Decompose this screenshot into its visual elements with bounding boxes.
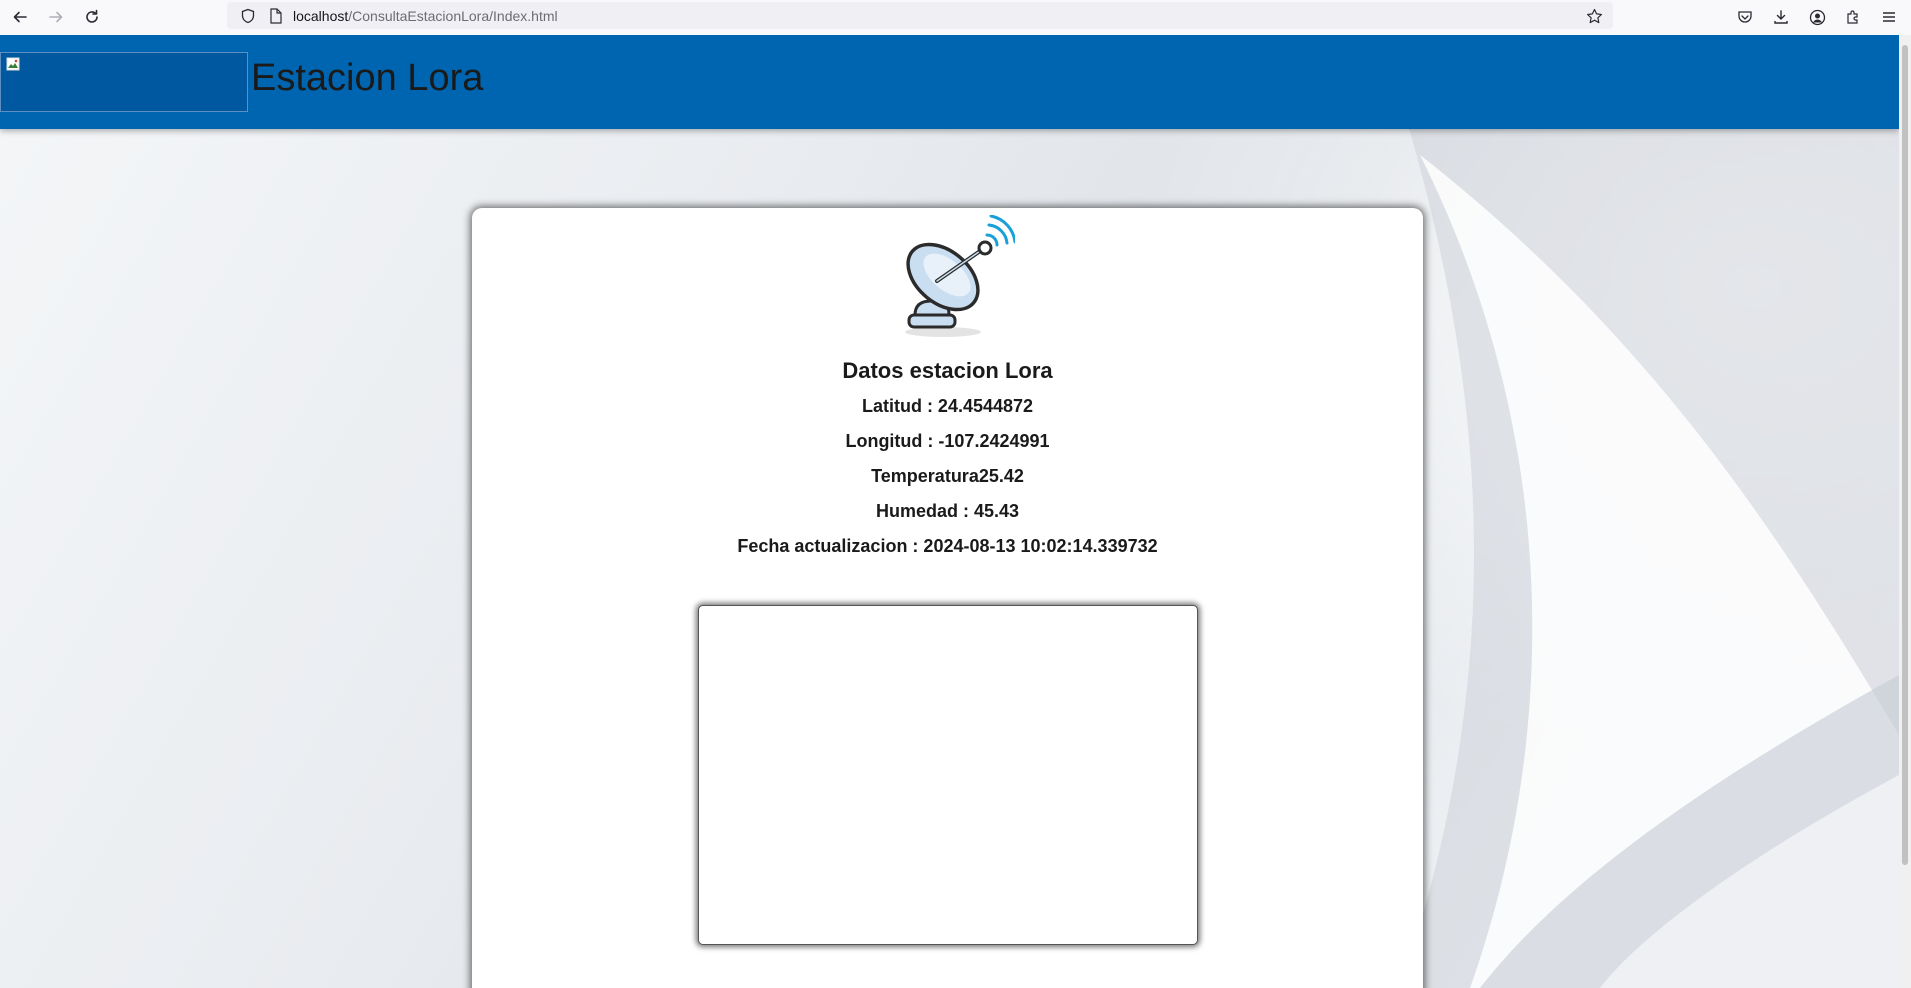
latitude-value: Latitud : 24.4544872 (861, 396, 1034, 416)
extensions-icon[interactable] (1839, 3, 1867, 31)
temperature-value: Temperatura25.42 (871, 466, 1024, 486)
forward-button[interactable] (38, 2, 74, 32)
map-container[interactable] (698, 605, 1198, 945)
card-title: Datos estacion Lora (842, 358, 1053, 383)
browser-toolbar: localhost/ConsultaEstacionLora/Index.htm… (0, 0, 1911, 35)
address-bar[interactable]: localhost/ConsultaEstacionLora/Index.htm… (227, 2, 1613, 29)
arrow-left-icon (13, 11, 27, 23)
toolbar-right (1731, 2, 1903, 32)
humidity-value: Humedad : 45.43 (875, 501, 1020, 521)
downloads-icon[interactable] (1767, 3, 1795, 31)
page-title: Estacion Lora (251, 57, 484, 99)
back-button[interactable] (2, 2, 38, 32)
site-header: Estacion Lora (0, 35, 1899, 129)
scrollbar-thumb[interactable] (1902, 45, 1908, 865)
page-content: Estacion Lora Datos estacion Lora Latitu… (0, 35, 1899, 988)
page-info-icon[interactable] (265, 5, 287, 27)
url-host: localhost (293, 7, 349, 24)
url-path: /ConsultaEstacionLora/Index.html (348, 7, 558, 24)
updated-date-value: Fecha actualizacion : 2024-08-13 10:02:1… (737, 536, 1158, 556)
pocket-icon[interactable] (1731, 3, 1759, 31)
satellite-dish-icon (905, 215, 1015, 337)
reload-icon (86, 9, 98, 23)
longitude-value: Longitud : -107.2424991 (845, 431, 1050, 451)
menu-icon[interactable] (1875, 3, 1903, 31)
broken-image-icon (6, 57, 20, 71)
logo-image (0, 52, 248, 112)
bookmark-star-icon[interactable] (1583, 5, 1605, 27)
page-scrollbar[interactable] (1899, 35, 1911, 988)
tracking-protection-shield-icon[interactable] (237, 5, 259, 27)
arrow-right-icon (49, 11, 63, 23)
account-icon[interactable] (1803, 3, 1831, 31)
station-card: Datos estacion Lora Latitud : 24.4544872… (472, 208, 1423, 988)
reload-button[interactable] (74, 2, 110, 32)
